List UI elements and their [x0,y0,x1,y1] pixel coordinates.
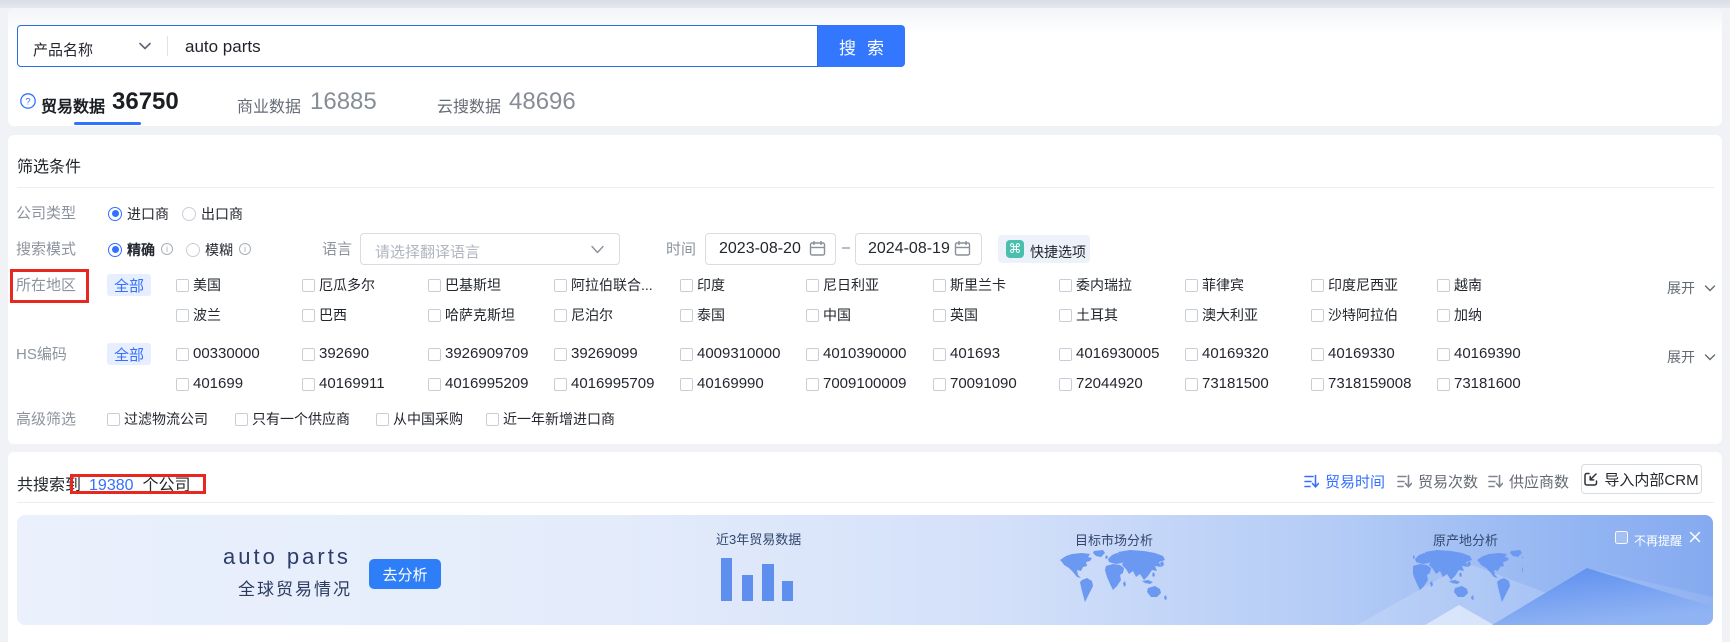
svg-text:?: ? [25,96,30,107]
